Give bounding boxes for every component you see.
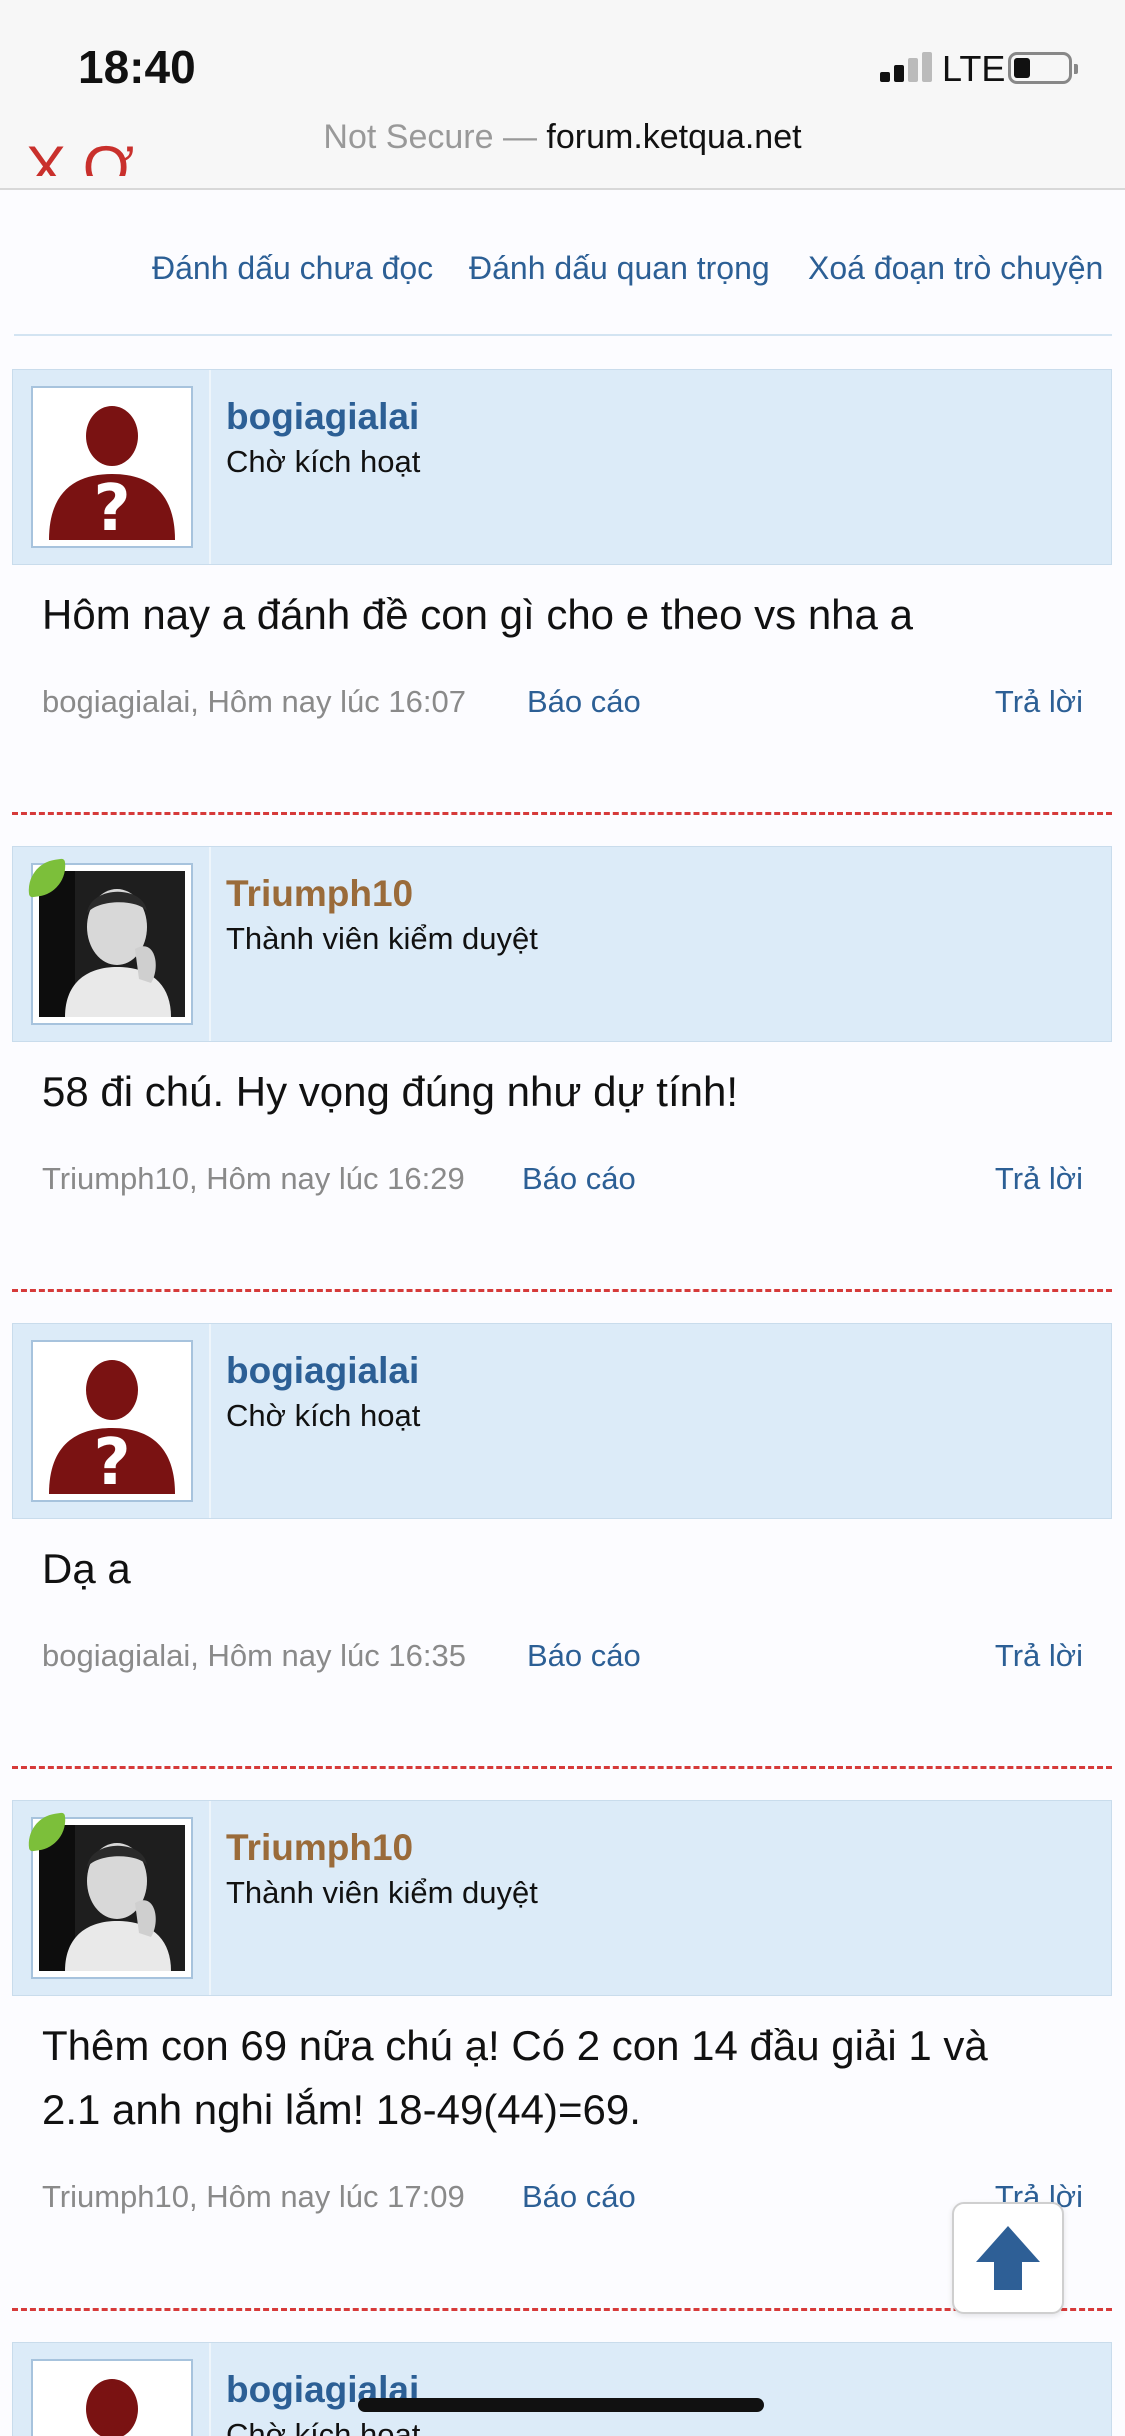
post-author-block: ? bogiagialai Chờ kích hoạt: [12, 1323, 1112, 1519]
conversation-actions: Đánh dấu chưa đọc Đánh dấu quan trọng Xo…: [0, 250, 1125, 294]
reply-link[interactable]: Trả lời: [995, 684, 1083, 720]
post-separator: [12, 1289, 1112, 1292]
scroll-to-top-button[interactable]: [952, 2202, 1064, 2314]
message-text: Thêm con 69 nữa chú ạ! Có 2 con 14 đầu g…: [42, 2014, 1092, 2142]
message-line: 2.1 anh nghi lắm! 18-49(44)=69.: [42, 2086, 641, 2133]
browser-status-bar: 18:40 LTE Not Secure — forum.ketqua.net: [0, 0, 1125, 190]
user-photo-icon: [39, 871, 185, 1017]
post-author-block: Triumph10 Thành viên kiểm duyệt: [12, 846, 1112, 1042]
divider: [14, 334, 1112, 336]
avatar[interactable]: [31, 2359, 193, 2436]
home-indicator: [358, 2398, 764, 2412]
post-meta: bogiagialai, Hôm nay lúc 16:07: [42, 684, 466, 719]
username-link[interactable]: Triumph10: [226, 873, 413, 915]
user-role: Thành viên kiểm duyệt: [226, 921, 538, 956]
message-text: Hôm nay a đánh đề con gì cho e theo vs n…: [42, 591, 913, 638]
cellular-signal-icon: [880, 52, 934, 82]
default-avatar-icon: [86, 2379, 138, 2436]
report-link[interactable]: Báo cáo: [522, 2179, 636, 2215]
user-photo-icon: [39, 1825, 185, 1971]
message-text: 58 đi chú. Hy vọng đúng như dự tính!: [42, 1068, 739, 1115]
post-author-block: Triumph10 Thành viên kiểm duyệt: [12, 1800, 1112, 1996]
post-meta: Triumph10, Hôm nay lúc 17:09: [42, 2179, 465, 2214]
username-link[interactable]: Triumph10: [226, 1827, 413, 1869]
report-link[interactable]: Báo cáo: [522, 1161, 636, 1197]
post-separator: [12, 812, 1112, 815]
mark-unread-link[interactable]: Đánh dấu chưa đọc: [152, 250, 433, 287]
user-role: Chờ kích hoạt: [226, 2417, 421, 2436]
svg-text:?: ?: [93, 1426, 130, 1494]
clock: 18:40: [78, 41, 196, 93]
report-link[interactable]: Báo cáo: [527, 1638, 641, 1674]
post-meta: Triumph10, Hôm nay lúc 16:29: [42, 1161, 465, 1196]
page-title: X Ơ: [26, 138, 135, 176]
battery-icon: [1008, 52, 1078, 84]
mark-important-link[interactable]: Đánh dấu quan trọng: [469, 250, 770, 287]
message-line: Thêm con 69 nữa chú ạ! Có 2 con 14 đầu g…: [42, 2022, 988, 2069]
network-type: LTE: [942, 48, 1006, 89]
svg-text:?: ?: [93, 472, 130, 540]
user-role: Thành viên kiểm duyệt: [226, 1875, 538, 1910]
avatar[interactable]: ?: [31, 386, 193, 548]
post-separator: [12, 2308, 1112, 2311]
user-role: Chờ kích hoạt: [226, 444, 421, 479]
username-link[interactable]: bogiagialai: [226, 1350, 419, 1392]
url-domain: forum.ketqua.net: [546, 118, 802, 156]
post-meta: bogiagialai, Hôm nay lúc 16:35: [42, 1638, 466, 1673]
reply-link[interactable]: Trả lời: [995, 1161, 1083, 1197]
address-bar[interactable]: Not Secure — forum.ketqua.net: [0, 118, 1125, 157]
post-author-block: ? bogiagialai Chờ kích hoạt: [12, 369, 1112, 565]
report-link[interactable]: Báo cáo: [527, 684, 641, 720]
reply-link[interactable]: Trả lời: [995, 1638, 1083, 1674]
post-author-block: bogiagialai Chờ kích hoạt: [12, 2342, 1112, 2436]
avatar[interactable]: ?: [31, 1340, 193, 1502]
security-label: Not Secure —: [323, 118, 547, 156]
default-avatar-icon: ?: [49, 406, 175, 540]
delete-conversation-link[interactable]: Xoá đoạn trò chuyện: [808, 250, 1103, 287]
post-separator: [12, 1766, 1112, 1769]
message-text: Dạ a: [42, 1545, 131, 1592]
arrow-up-icon: [976, 2226, 1040, 2290]
user-role: Chờ kích hoạt: [226, 1398, 421, 1433]
default-avatar-icon: ?: [49, 1360, 175, 1494]
username-link[interactable]: bogiagialai: [226, 396, 419, 438]
